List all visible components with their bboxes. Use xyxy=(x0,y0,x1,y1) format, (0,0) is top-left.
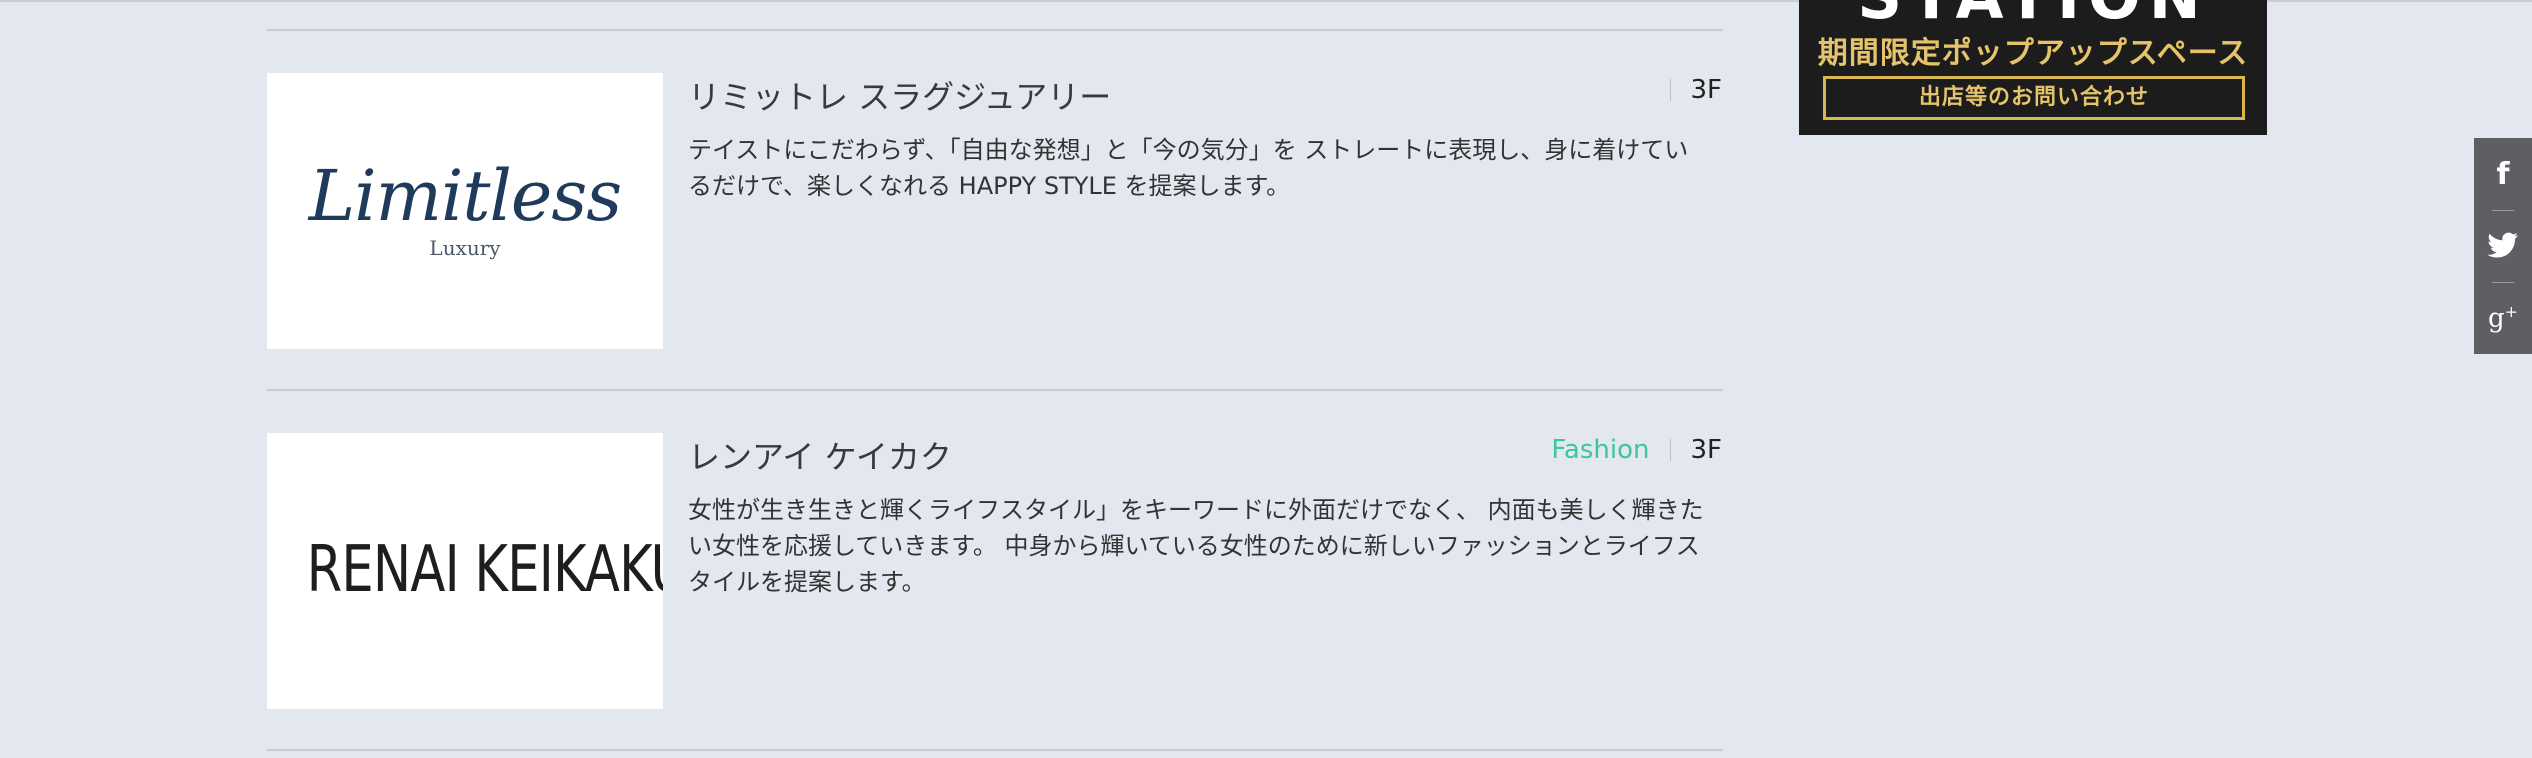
logo-text: RENAI KEIKAKU xyxy=(306,533,663,607)
shop-meta: 3F xyxy=(1650,70,1723,110)
shop-meta: Fashion 3F xyxy=(1551,430,1722,470)
shop-name[interactable]: レンアイ ケイカク xyxy=(688,432,952,478)
logo-text: Limitless xyxy=(308,155,622,237)
meta-separator xyxy=(1669,79,1671,101)
shop-logo-limitless[interactable]: Limitless Luxury xyxy=(267,73,663,349)
list-divider xyxy=(267,29,1723,31)
logo-subtext: Luxury xyxy=(429,236,501,260)
popup-space-banner[interactable]: STATION 期間限定ポップアップスペース 出店等のお問い合わせ xyxy=(1799,0,2267,135)
shop-category[interactable]: Fashion xyxy=(1551,435,1649,465)
social-share-bar: f g+ xyxy=(2474,138,2532,354)
twitter-icon xyxy=(2487,232,2518,258)
contact-button[interactable]: 出店等のお問い合わせ xyxy=(1823,76,2245,120)
facebook-icon: f xyxy=(2496,156,2510,192)
shop-floor: 3F xyxy=(1690,435,1723,465)
googleplus-share-button[interactable]: g+ xyxy=(2474,282,2532,354)
shop-description: テイストにこだわらず、「自由な発想」と「今の気分」を ストレートに表現し、身に着… xyxy=(688,136,1689,200)
shop-floor: 3F xyxy=(1690,75,1723,105)
shop-logo-renai-keikaku[interactable]: RENAI KEIKAKU xyxy=(267,433,663,709)
meta-separator xyxy=(1669,439,1671,461)
shop-description: 女性が生き生きと輝くライフスタイル」をキーワードに外面だけでなく、 内面も美しく… xyxy=(688,496,1704,596)
twitter-share-button[interactable] xyxy=(2474,210,2532,282)
list-divider xyxy=(267,749,1723,751)
shop-name[interactable]: リミットレ スラグジュアリー xyxy=(688,72,1111,118)
list-divider xyxy=(267,389,1723,391)
googleplus-icon: g+ xyxy=(2487,302,2519,334)
banner-title: 期間限定ポップアップスペース xyxy=(1817,36,2249,71)
facebook-share-button[interactable]: f xyxy=(2474,138,2532,210)
